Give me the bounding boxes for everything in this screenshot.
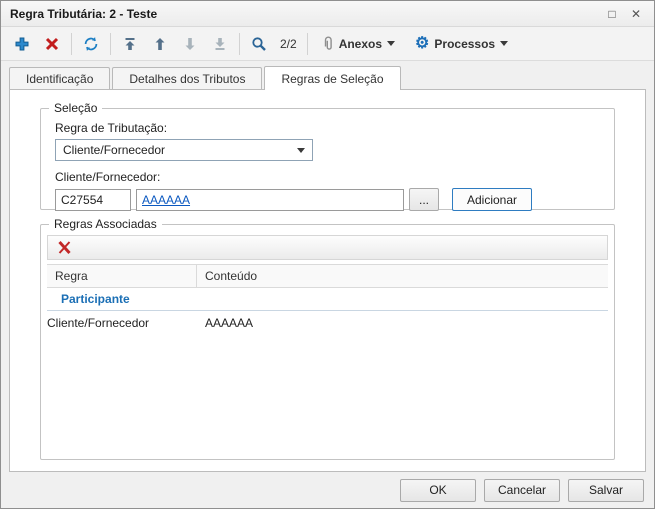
regra-tributacao-value: Cliente/Fornecedor [63, 143, 165, 157]
salvar-button[interactable]: Salvar [568, 479, 644, 502]
grid-toolbar [47, 235, 608, 260]
regra-tributacao-label: Regra de Tributação: [55, 121, 600, 135]
delete-rule-button[interactable] [53, 237, 75, 259]
last-record-button[interactable] [209, 31, 231, 57]
dialog-window: Regra Tributária: 2 - Teste □ ✕ [0, 0, 655, 509]
close-button[interactable]: ✕ [624, 4, 648, 24]
record-counter: 2/2 [278, 37, 299, 51]
window-title: Regra Tributária: 2 - Teste [10, 7, 600, 21]
plus-icon [15, 37, 29, 51]
refresh-button[interactable] [80, 31, 102, 57]
search-icon [251, 36, 267, 52]
gear-icon: ⚙ [415, 36, 429, 52]
cell-regra: Cliente/Fornecedor [47, 311, 197, 334]
regras-group-title: Regras Associadas [49, 217, 162, 231]
search-button[interactable] [248, 31, 270, 57]
cliente-input-row: ... Adicionar [55, 188, 600, 211]
toolbar-separator [239, 33, 240, 55]
main-toolbar: 2/2 Anexos ⚙ Processos [1, 27, 654, 61]
tab-detalhes-dos-tributos[interactable]: Detalhes dos Tributos [112, 67, 262, 89]
cliente-fornecedor-label: Cliente/Fornecedor: [55, 170, 600, 184]
browse-button[interactable]: ... [409, 188, 439, 211]
anexos-label: Anexos [339, 37, 382, 51]
selecao-group-title: Seleção [49, 101, 102, 115]
first-record-icon [124, 37, 136, 51]
table-group-row[interactable]: Participante [47, 288, 608, 311]
maximize-button[interactable]: □ [600, 4, 624, 24]
add-record-button[interactable] [11, 31, 33, 57]
tab-strip: Identificação Detalhes dos Tributos Regr… [1, 61, 654, 89]
title-bar: Regra Tributária: 2 - Teste □ ✕ [1, 1, 654, 27]
cell-conteudo: AAAAAA [197, 316, 608, 330]
cliente-name-input[interactable] [136, 189, 404, 211]
processos-label: Processos [434, 37, 495, 51]
table-row[interactable]: Cliente/Fornecedor AAAAAA [47, 311, 608, 334]
tab-regras-de-selecao[interactable]: Regras de Seleção [264, 66, 400, 90]
delete-icon [45, 37, 59, 51]
column-header-regra[interactable]: Regra [47, 265, 197, 287]
up-arrow-icon [154, 37, 166, 51]
anexos-button[interactable]: Anexos [316, 31, 401, 57]
next-record-button[interactable] [179, 31, 201, 57]
regra-tributacao-select[interactable]: Cliente/Fornecedor [55, 139, 313, 161]
paperclip-icon [322, 36, 334, 52]
chevron-down-icon [387, 41, 395, 46]
chevron-down-icon [500, 41, 508, 46]
tab-page: Seleção Regra de Tributação: Cliente/For… [9, 89, 646, 472]
regras-associadas-groupbox: Regras Associadas Regra Conteúdo Partici… [40, 224, 615, 460]
cancelar-button[interactable]: Cancelar [484, 479, 560, 502]
delete-rule-icon [57, 240, 72, 255]
previous-record-button[interactable] [149, 31, 171, 57]
delete-record-button[interactable] [41, 31, 63, 57]
first-record-button[interactable] [119, 31, 141, 57]
cliente-code-input[interactable] [55, 189, 131, 211]
adicionar-button[interactable]: Adicionar [452, 188, 532, 211]
toolbar-separator [307, 33, 308, 55]
down-arrow-icon [184, 37, 196, 51]
selecao-groupbox: Seleção Regra de Tributação: Cliente/For… [40, 108, 615, 210]
footer-bar: OK Cancelar Salvar [1, 472, 654, 508]
toolbar-separator [110, 33, 111, 55]
column-header-conteudo[interactable]: Conteúdo [197, 269, 608, 283]
ok-button[interactable]: OK [400, 479, 476, 502]
processos-button[interactable]: ⚙ Processos [409, 31, 514, 57]
table-header: Regra Conteúdo [47, 264, 608, 288]
refresh-icon [83, 36, 99, 52]
toolbar-separator [71, 33, 72, 55]
tab-identificacao[interactable]: Identificação [9, 67, 110, 89]
chevron-down-icon [297, 148, 305, 153]
last-record-icon [214, 37, 226, 51]
